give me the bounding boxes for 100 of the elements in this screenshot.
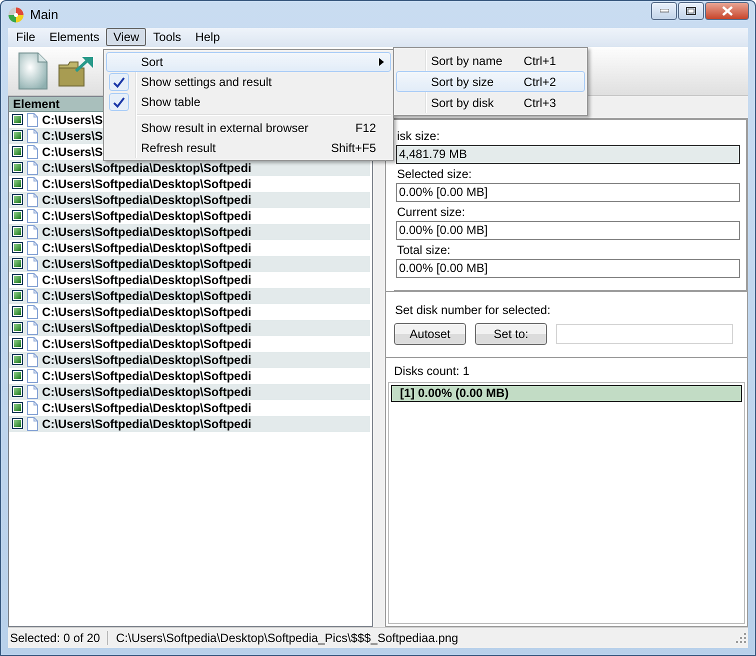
file-icon (27, 144, 38, 159)
file-path: C:\Users\S (42, 144, 103, 159)
checkbox[interactable] (12, 258, 23, 270)
maximize-icon (686, 7, 696, 15)
file-icon (27, 224, 38, 239)
menu-item[interactable]: File (9, 28, 42, 46)
checkbox[interactable] (12, 402, 23, 414)
file-icon (27, 240, 38, 255)
file-path: C:\Users\S (42, 112, 103, 127)
file-path: C:\Users\S (42, 128, 103, 143)
field-label: Total size: (397, 242, 452, 257)
maximize-button[interactable] (678, 2, 704, 20)
checkbox[interactable] (12, 386, 23, 398)
minimize-button[interactable] (651, 2, 677, 20)
file-icon (27, 304, 38, 319)
size-field: 0.00% [0.00 MB] (396, 220, 740, 240)
checkbox[interactable] (12, 194, 23, 206)
checkbox[interactable] (12, 242, 23, 254)
menu-item[interactable]: Tools (146, 28, 188, 46)
field-label: isk size: (397, 128, 441, 143)
menu-item[interactable]: Sort (106, 52, 391, 72)
file-path: C:\Users\Softpedia\Desktop\Softpedi (42, 272, 252, 287)
submenu-arrow-icon (379, 58, 384, 66)
file-path: C:\Users\Softpedia\Desktop\Softpedi (42, 288, 252, 303)
disc-icon (8, 6, 24, 22)
file-path: C:\Users\Softpedia\Desktop\Softpedi (42, 208, 252, 223)
checkbox[interactable] (12, 130, 23, 142)
checkbox[interactable] (12, 290, 23, 302)
checkbox[interactable] (12, 338, 23, 350)
menu-item[interactable]: View (106, 28, 146, 46)
menu-item[interactable]: Show settings and result (106, 72, 391, 92)
file-path: C:\Users\Softpedia\Desktop\Softpedi (42, 352, 252, 367)
minimize-icon (660, 9, 668, 13)
new-file-icon[interactable] (18, 52, 48, 90)
action-button[interactable]: Set to: (475, 322, 547, 345)
disk-number-field[interactable] (556, 324, 733, 344)
menu-item[interactable]: Sort by name Ctrl+1 (396, 50, 585, 71)
close-button[interactable] (705, 2, 749, 20)
file-icon (27, 336, 38, 351)
selection-status: Selected: 0 of 20 (8, 631, 108, 646)
file-path: C:\Users\Softpedia\Desktop\Softpedi (42, 320, 252, 335)
menu-item[interactable]: Sort by disk Ctrl+3 (396, 92, 585, 113)
menu-item[interactable]: Show table (106, 92, 391, 112)
file-icon (27, 368, 38, 383)
checkbox[interactable] (12, 322, 23, 334)
disks-count: Disks count: 1 (394, 364, 470, 378)
checkbox[interactable] (12, 418, 23, 430)
size-field: 4,481.79 MB (396, 144, 740, 164)
file-icon (27, 256, 38, 271)
checkbox[interactable] (12, 274, 23, 286)
file-icon (27, 352, 38, 367)
file-icon (27, 272, 38, 287)
field-label: Selected size: (397, 166, 473, 181)
file-path: C:\Users\Softpedia\Desktop\Softpedi (42, 400, 252, 415)
file-path: C:\Users\Softpedia\Desktop\Softpedi (42, 224, 252, 239)
size-field: 0.00% [0.00 MB] (396, 258, 740, 278)
checkbox[interactable] (12, 306, 23, 318)
disk-item[interactable]: [1] 0.00% (0.00 MB) (391, 384, 742, 402)
close-icon (722, 6, 732, 16)
checkbox[interactable] (12, 226, 23, 238)
file-icon (27, 288, 38, 303)
checkbox[interactable] (12, 370, 23, 382)
file-path: C:\Users\Softpedia\Desktop\Softpedi (42, 160, 252, 175)
file-path: C:\Users\Softpedia\Desktop\Softpedi (42, 416, 252, 431)
file-icon (27, 128, 38, 143)
menu-item[interactable]: Elements (42, 28, 106, 46)
window-title: Main (30, 7, 60, 22)
file-icon (27, 160, 38, 175)
checkbox[interactable] (12, 114, 23, 126)
file-icon (27, 176, 38, 191)
checkbox[interactable] (12, 354, 23, 366)
file-path: C:\Users\Softpedia\Desktop\Softpedi (42, 256, 252, 271)
size-field: 0.00% [0.00 MB] (396, 182, 740, 202)
resize-grip-icon[interactable] (736, 633, 746, 644)
file-icon (27, 384, 38, 399)
file-path: C:\Users\Softpedia\Desktop\Softpedi (42, 336, 252, 351)
file-icon (27, 208, 38, 223)
menu-item[interactable]: Refresh result Shift+F5 (106, 138, 391, 158)
file-path: C:\Users\Softpedia\Desktop\Softpedi (42, 384, 252, 399)
checkbox[interactable] (12, 146, 23, 158)
file-path: C:\Users\Softpedia\Desktop\Softpedi (42, 192, 252, 207)
file-icon (27, 320, 38, 335)
menu-item[interactable]: Help (188, 28, 227, 46)
menu-item[interactable]: Show result in external browser F12 (106, 118, 391, 138)
menu-item[interactable]: Sort by size Ctrl+2 (396, 71, 585, 92)
section-label: Set disk number for selected: (395, 302, 552, 317)
folder-arrow-icon[interactable] (58, 54, 94, 87)
file-path: C:\Users\Softpedia\Desktop\Softpedi (42, 240, 252, 255)
file-icon (27, 416, 38, 431)
file-icon (27, 400, 38, 415)
file-path: C:\Users\Softpedia\Desktop\Softpedi (42, 304, 252, 319)
field-label: Current size: (397, 204, 466, 219)
file-path: C:\Users\Softpedia\Desktop\Softpedi (42, 176, 252, 191)
file-icon (27, 192, 38, 207)
checkbox[interactable] (12, 178, 23, 190)
file-path-status: C:\Users\Softpedia\Desktop\Softpedia_Pics\$$$_Softpediaa.png (115, 631, 458, 646)
action-button[interactable]: Autoset (394, 322, 466, 345)
checkbox[interactable] (12, 210, 23, 222)
checkbox[interactable] (12, 162, 23, 174)
file-path: C:\Users\Softpedia\Desktop\Softpedi (42, 368, 252, 383)
